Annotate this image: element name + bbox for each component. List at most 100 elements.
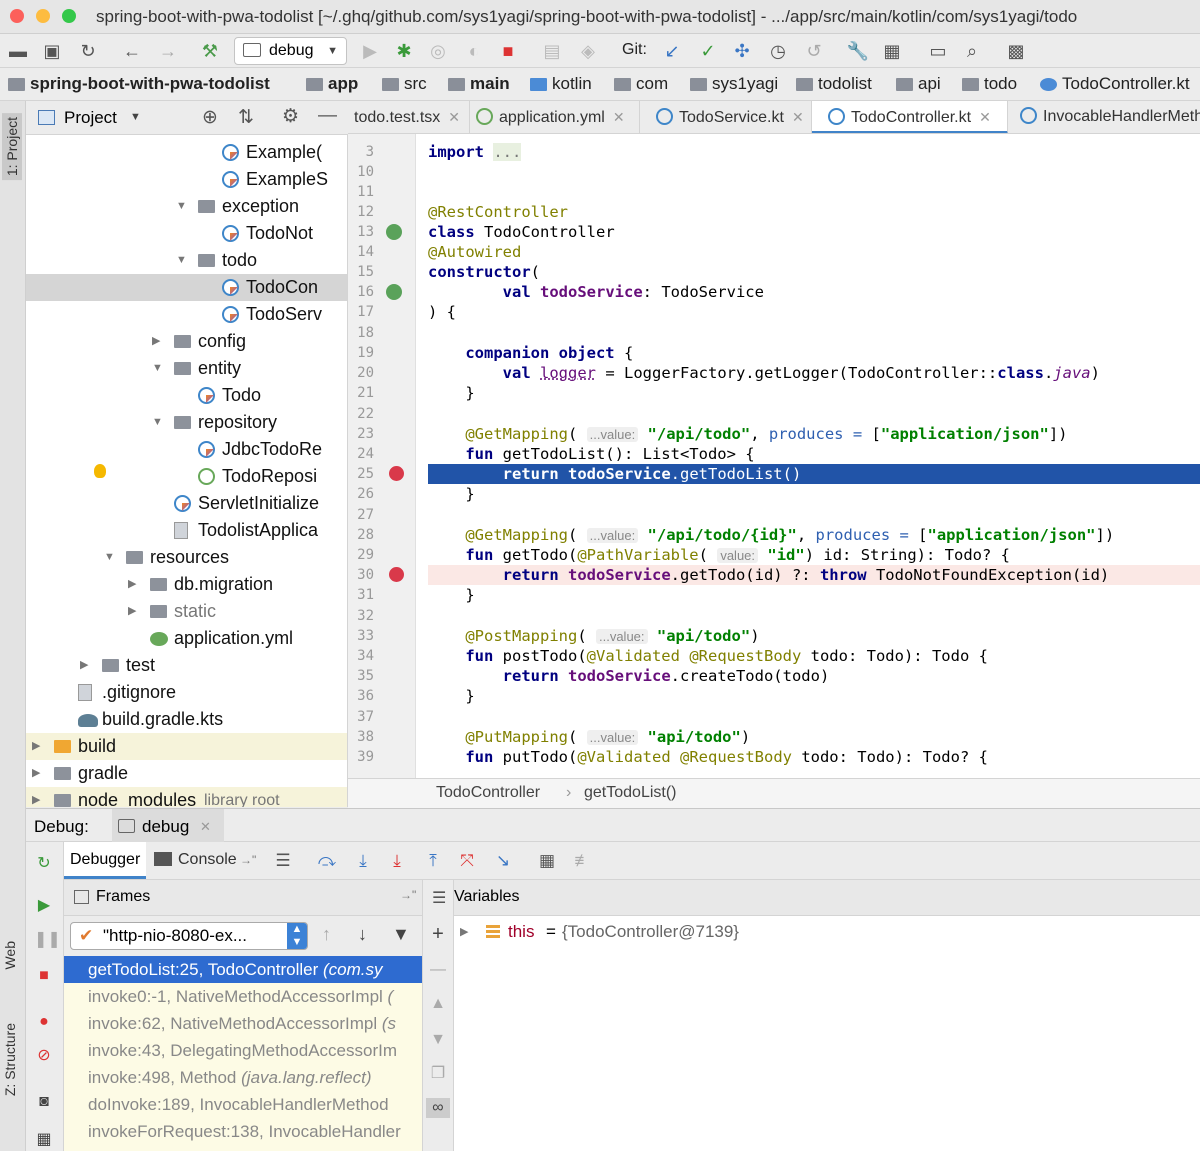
tab-console[interactable]: Console →" <box>148 842 262 879</box>
sync-icon[interactable]: ↻ <box>76 39 100 63</box>
tab-todo-service[interactable]: TodoService.kt ✕ <box>640 101 812 133</box>
close-window-button[interactable] <box>10 9 24 23</box>
structure-tool-tab[interactable]: Z: Structure <box>2 1023 18 1096</box>
tree-item[interactable]: ▶ node_modules library root <box>26 787 347 807</box>
fold-column[interactable] <box>416 134 428 778</box>
crumb-com[interactable]: com <box>614 74 668 94</box>
tree-item[interactable]: ExampleS <box>26 166 347 193</box>
gear-icon[interactable]: ⚙ <box>282 105 299 128</box>
chevron-right-icon[interactable]: ▶ <box>80 652 88 679</box>
glasses-icon[interactable]: ∞ <box>426 1098 450 1118</box>
tree-item[interactable]: Example( <box>26 139 347 166</box>
add-watch-icon[interactable]: + <box>428 924 448 944</box>
tree-item[interactable]: ▼ entity <box>26 355 347 382</box>
collapse-all-icon[interactable]: ⇅ <box>238 106 254 129</box>
build-hammer-icon[interactable]: ⚒ <box>198 39 222 63</box>
tree-item[interactable]: TodoCon <box>26 274 347 301</box>
camera-icon[interactable]: ◙ <box>34 1092 54 1112</box>
tree-item[interactable]: .gitignore <box>26 679 347 706</box>
drop-frame-icon[interactable]: ⤧ <box>456 850 478 872</box>
breakpoint-icon[interactable] <box>389 567 404 582</box>
rerun-icon[interactable]: ↻ <box>34 854 54 874</box>
crumb-todo[interactable]: todo <box>962 74 1017 94</box>
close-icon[interactable]: ✕ <box>200 819 211 835</box>
tree-item[interactable]: ▼ resources <box>26 544 347 571</box>
tree-item[interactable]: ▶ test <box>26 652 347 679</box>
move-down-icon[interactable]: ▼ <box>428 1030 448 1050</box>
tree-item[interactable]: ▶ config <box>26 328 347 355</box>
code-editor[interactable]: import ... @RestController class TodoCon… <box>428 134 1200 778</box>
chevron-right-icon[interactable]: ▶ <box>32 760 40 787</box>
copy-icon[interactable]: ❐ <box>428 1064 448 1084</box>
tab-todo-test[interactable]: todo.test.tsx ✕ <box>348 101 470 133</box>
tree-item[interactable]: ▶ gradle <box>26 760 347 787</box>
minimize-window-button[interactable] <box>36 9 50 23</box>
profile-icon[interactable]: ◐ <box>462 39 486 63</box>
thread-select[interactable]: ✔ "http-nio-8080-ex... ▲ ▼ <box>70 922 308 950</box>
close-icon[interactable]: ✕ <box>613 109 625 125</box>
chevron-down-icon[interactable]: ▼ <box>130 111 141 123</box>
stop-icon[interactable]: ■ <box>34 966 54 986</box>
crumb-sys1yagi[interactable]: sys1yagi <box>690 74 778 94</box>
stack-frame[interactable]: invoke:62, NativeMethodAccessorImpl (s <box>64 1010 422 1037</box>
crumb-kotlin[interactable]: kotlin <box>530 74 592 94</box>
editor-gutter[interactable]: 3 10 11 12 13 14 15 16 17 18 19 20 21 22 23 24 25 26 27 28 2… <box>348 134 416 778</box>
git-push-icon[interactable]: ✣ <box>730 39 754 63</box>
remove-watch-icon[interactable]: — <box>428 960 448 980</box>
crumb-app[interactable]: app <box>306 74 358 94</box>
run-to-cursor-icon[interactable]: ↘ <box>492 850 514 872</box>
project-view-label[interactable]: Project <box>64 108 117 128</box>
close-icon[interactable]: ✕ <box>979 109 991 125</box>
layout-icon[interactable]: ▦ <box>34 1130 54 1150</box>
back-icon[interactable]: ← <box>120 39 144 63</box>
crumb-todolist[interactable]: todolist <box>796 74 872 94</box>
tree-item[interactable]: TodolistApplica <box>26 517 347 544</box>
stack-frame[interactable]: invoke0:-1, NativeMethodAccessorImpl ( <box>64 983 422 1010</box>
project-tool-tab[interactable]: 1: Project <box>2 113 22 181</box>
run-icon[interactable]: ▶ <box>358 39 382 63</box>
tree-item[interactable]: Todo <box>26 382 347 409</box>
stack-frame[interactable]: invoke:43, DelegatingMethodAccessorIm <box>64 1037 422 1064</box>
bean-icon[interactable] <box>386 224 402 240</box>
zoom-window-button[interactable] <box>62 9 76 23</box>
tree-item[interactable]: ▼ todo <box>26 247 347 274</box>
settings-wrench-icon[interactable]: 🔧 <box>846 39 870 63</box>
stack-frame[interactable]: doInvoke:189, InvocableHandlerMethod <box>64 1091 422 1118</box>
terminal-icon[interactable]: ▭ <box>926 39 950 63</box>
tree-item[interactable]: ServletInitialize <box>26 490 347 517</box>
filter-icon[interactable]: ▼ <box>392 924 410 945</box>
chevron-right-icon[interactable]: ▶ <box>128 571 136 598</box>
stack-frame[interactable]: invoke:498, Method (java.lang.reflect) <box>64 1064 422 1091</box>
intention-bulb-icon[interactable] <box>94 464 106 478</box>
crumb-main[interactable]: main <box>448 74 510 94</box>
stack-frame[interactable]: getTodoList:25, TodoController (com.sy <box>64 956 422 983</box>
tab-todo-controller[interactable]: TodoController.kt ✕ <box>812 101 1008 133</box>
chevron-right-icon[interactable]: ▶ <box>128 598 136 625</box>
down-arrow-icon[interactable]: ↓ <box>358 924 367 945</box>
chevron-down-icon[interactable]: ▼ <box>176 247 187 274</box>
crumb-api[interactable]: api <box>896 74 941 94</box>
step-out-icon[interactable]: ⤒ <box>422 850 444 872</box>
tree-item[interactable]: TodoNot <box>26 220 347 247</box>
up-arrow-icon[interactable]: ↑ <box>322 924 331 945</box>
breadcrumb-class[interactable]: TodoController <box>436 779 540 807</box>
variable-row[interactable]: ▶ this = {TodoController@7139} <box>454 920 1200 944</box>
tree-item[interactable]: TodoReposi <box>26 463 347 490</box>
debug-bug-icon[interactable]: ✱ <box>392 39 416 63</box>
move-up-icon[interactable]: ▲ <box>428 994 448 1014</box>
pause-icon[interactable]: ❚❚ <box>34 930 61 950</box>
chevron-right-icon[interactable]: ▶ <box>152 328 160 355</box>
tree-item[interactable]: build.gradle.kts <box>26 706 347 733</box>
search-icon[interactable]: ⌕ <box>960 39 984 63</box>
open-folder-icon[interactable]: ▬ <box>6 39 30 63</box>
chevron-right-icon[interactable]: ▶ <box>32 733 40 760</box>
tree-item[interactable]: ▶ static <box>26 598 347 625</box>
stop-icon[interactable]: ■ <box>496 39 520 63</box>
bean-icon[interactable] <box>386 284 402 300</box>
tree-item[interactable]: ▼ exception <box>26 193 347 220</box>
view-breakpoints-icon[interactable]: ● <box>34 1012 54 1032</box>
mute-breakpoints-icon[interactable]: ⊘ <box>34 1046 54 1066</box>
save-icon[interactable]: ▣ <box>40 39 64 63</box>
chevron-down-icon[interactable]: ▼ <box>176 193 187 220</box>
evaluate-expression-icon[interactable]: ▦ <box>536 850 558 872</box>
